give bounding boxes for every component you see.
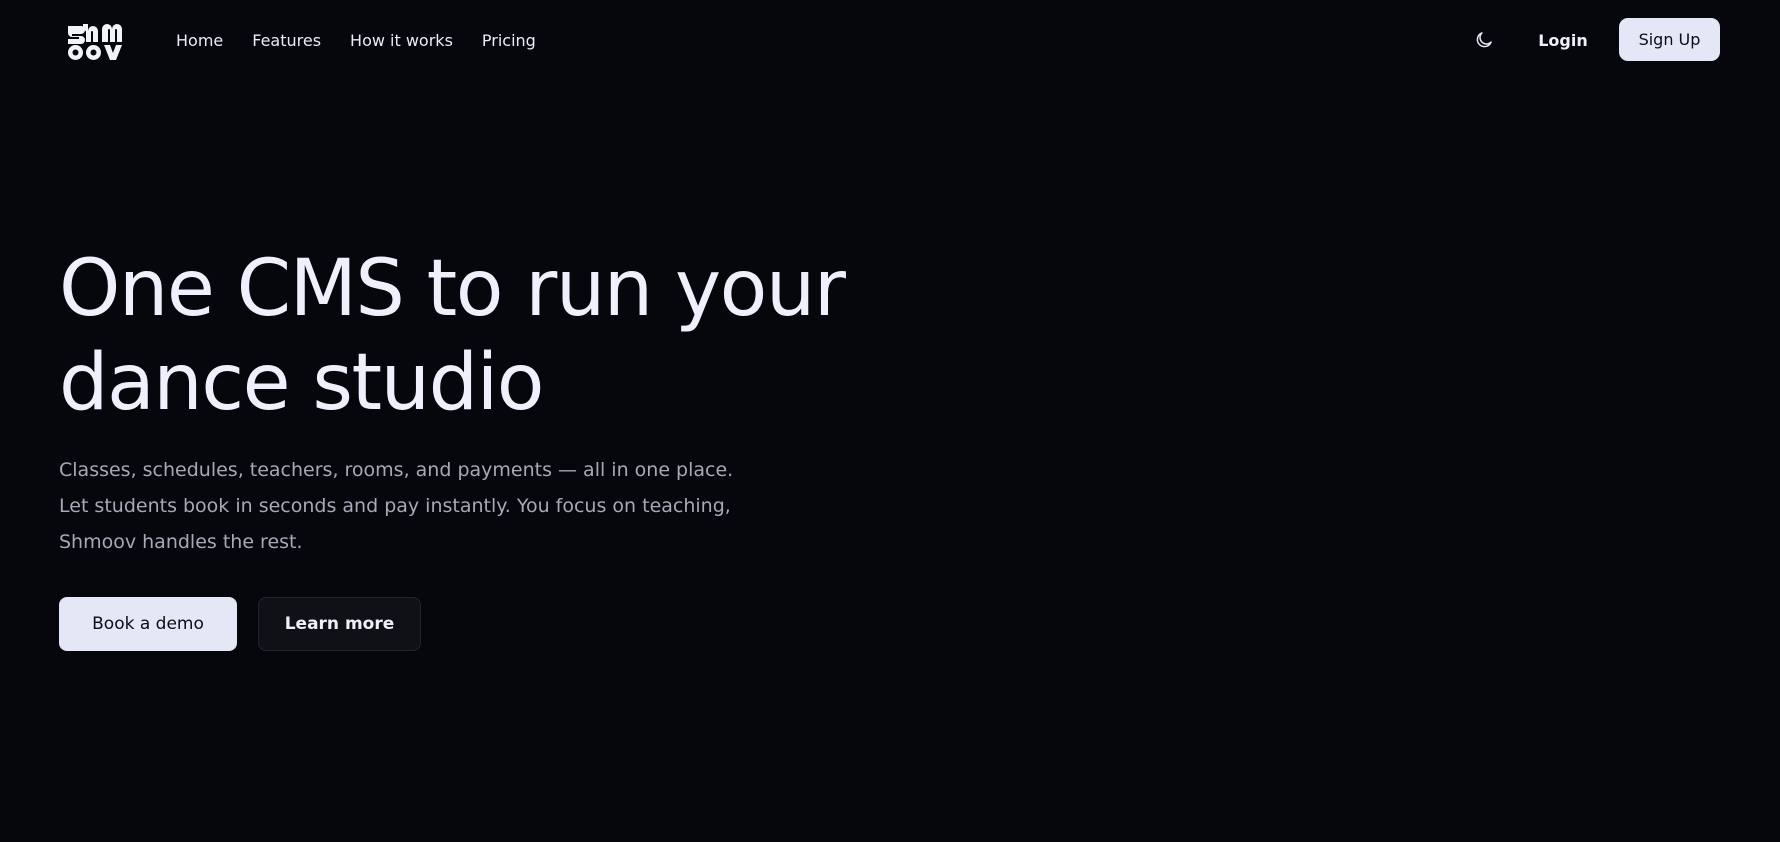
nav-link-home[interactable]: Home: [176, 28, 223, 54]
top-navbar: Home Features How it works Pricing Login…: [0, 0, 1780, 82]
hero-title: One CMS to run your dance studio: [59, 242, 959, 430]
login-button[interactable]: Login: [1530, 27, 1596, 55]
nav-link-how-it-works[interactable]: How it works: [350, 28, 453, 54]
moon-icon: [1476, 32, 1492, 48]
hero-actions: Book a demo Learn more: [59, 597, 421, 651]
book-demo-button[interactable]: Book a demo: [59, 597, 237, 651]
hero-title-line-2: dance studio: [59, 338, 544, 428]
hero-title-line-1: One CMS to run your: [59, 244, 846, 334]
theme-toggle-button[interactable]: [1470, 26, 1498, 54]
hero-description: Classes, schedules, teachers, rooms, and…: [59, 459, 734, 553]
logo[interactable]: [66, 22, 124, 62]
learn-more-button[interactable]: Learn more: [258, 597, 421, 651]
hero-section: One CMS to run your dance studio: [59, 242, 959, 430]
nav-links: Home Features How it works Pricing: [176, 28, 536, 54]
landing-page: Home Features How it works Pricing Login…: [0, 0, 1780, 842]
nav-link-pricing[interactable]: Pricing: [482, 28, 536, 54]
sign-up-button[interactable]: Sign Up: [1619, 18, 1720, 61]
nav-link-features[interactable]: Features: [252, 28, 321, 54]
shmoov-logo-icon: [68, 24, 122, 60]
